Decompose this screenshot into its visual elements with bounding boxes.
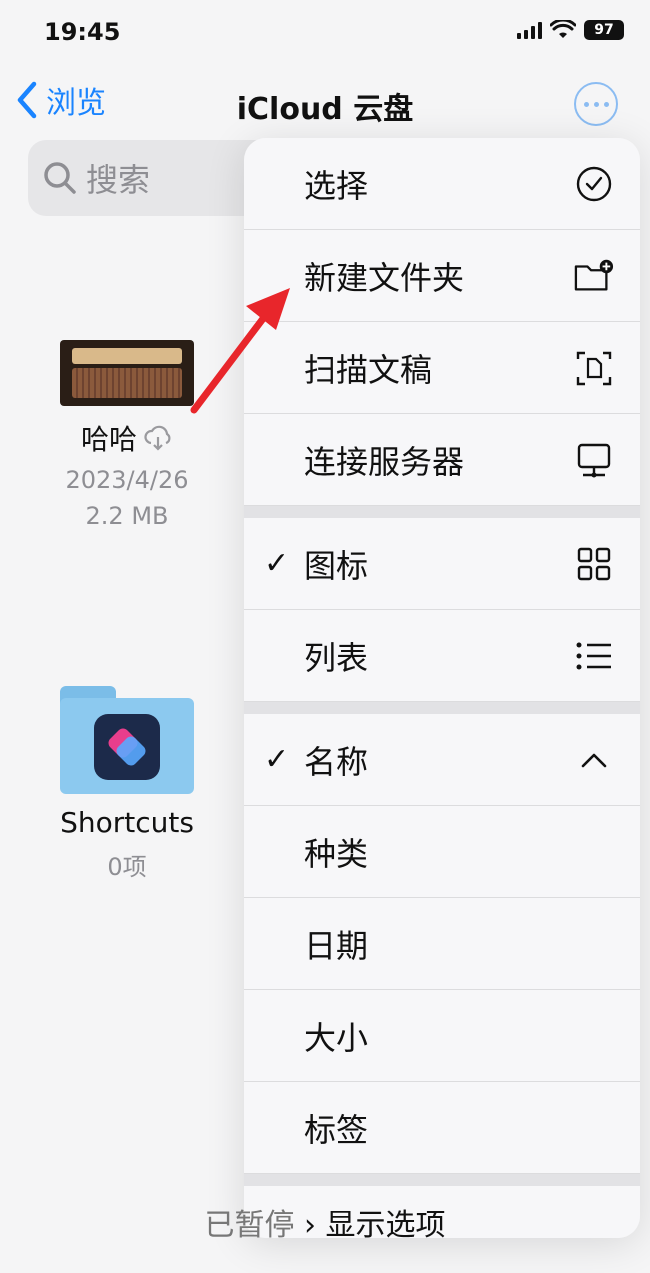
menu-item-select[interactable]: 选择: [244, 138, 640, 230]
list-icon: [574, 636, 614, 676]
folder-icon: [60, 686, 194, 794]
status-time: 19:45: [44, 18, 121, 46]
scan-document-icon: [574, 348, 614, 388]
grid-icon: [574, 544, 614, 584]
file-name: 哈哈: [52, 418, 202, 458]
shortcuts-app-icon: [94, 714, 160, 780]
view-options-label: 显示选项: [325, 1208, 446, 1243]
view-options-button[interactable]: 已暂停 › 显示选项: [0, 1200, 650, 1244]
chevron-up-icon: [574, 740, 614, 780]
server-icon: [574, 440, 614, 480]
menu-item-label: 图标: [304, 546, 369, 585]
search-placeholder: 搜索: [86, 161, 151, 199]
file-size: 2.2 MB: [85, 502, 169, 530]
menu-item-label: 选择: [304, 166, 369, 205]
checkmark-icon: ✓: [264, 546, 290, 581]
folder-item[interactable]: Shortcuts 0项: [52, 686, 202, 882]
folder-count: 0项: [107, 853, 147, 881]
menu-item-sort-date[interactable]: 日期: [244, 898, 640, 990]
menu-item-label: 名称: [304, 742, 369, 781]
menu-item-sort-name[interactable]: ✓ 名称: [244, 714, 640, 806]
context-menu: 选择 新建文件夹 扫描文稿 连接服务器 ✓ 图标 列表 ✓ 名称 种类 日期 大…: [244, 138, 640, 1238]
new-folder-icon: [574, 256, 614, 296]
menu-item-connect-server[interactable]: 连接服务器: [244, 414, 640, 506]
menu-item-sort-tags[interactable]: 标签: [244, 1082, 640, 1174]
status-bar: 19:45 97: [0, 0, 650, 62]
cellular-signal-icon: [517, 21, 542, 39]
amp-panel: [72, 348, 182, 364]
status-icons: 97: [517, 20, 624, 40]
menu-item-label: 扫描文稿: [304, 350, 433, 389]
file-item[interactable]: 哈哈 2023/4/26 2.2 MB: [52, 340, 202, 530]
battery-icon: 97: [584, 20, 624, 40]
menu-item-sort-size[interactable]: 大小: [244, 990, 640, 1082]
menu-item-list-view[interactable]: 列表: [244, 610, 640, 702]
menu-item-label: 标签: [304, 1110, 369, 1149]
menu-item-label: 日期: [304, 926, 369, 965]
amp-grill: [72, 368, 182, 398]
menu-item-label: 新建文件夹: [304, 258, 465, 297]
menu-item-label: 列表: [304, 638, 369, 677]
menu-item-icons-view[interactable]: ✓ 图标: [244, 518, 640, 610]
more-options-button[interactable]: [574, 82, 618, 126]
chevron-right-icon: ›: [294, 1208, 326, 1243]
ellipsis-icon: [583, 101, 589, 107]
wifi-icon: [550, 20, 576, 38]
file-date: 2023/4/26: [65, 466, 189, 494]
menu-item-label: 种类: [304, 834, 369, 873]
navigation-bar: 浏览 iCloud 云盘: [0, 70, 650, 134]
menu-item-label: 连接服务器: [304, 442, 465, 481]
menu-item-scan-document[interactable]: 扫描文稿: [244, 322, 640, 414]
menu-separator: [244, 702, 640, 714]
menu-item-label: 大小: [304, 1018, 369, 1057]
folder-name: Shortcuts: [60, 806, 194, 839]
menu-item-sort-kind[interactable]: 种类: [244, 806, 640, 898]
menu-separator: [244, 1174, 640, 1186]
file-name-text: 哈哈: [80, 423, 137, 456]
ellipsis-dot: [603, 101, 609, 107]
page-title: iCloud 云盘: [236, 92, 414, 127]
checkmark-circle-icon: [574, 164, 614, 204]
menu-item-new-folder[interactable]: 新建文件夹: [244, 230, 640, 322]
menu-separator: [244, 506, 640, 518]
checkmark-icon: ✓: [264, 742, 290, 777]
ellipsis-dot: [593, 101, 599, 107]
file-thumbnail: [60, 340, 194, 406]
paused-text: 已暂停: [204, 1208, 295, 1243]
search-icon: [44, 162, 76, 194]
cloud-download-icon: [144, 425, 171, 451]
